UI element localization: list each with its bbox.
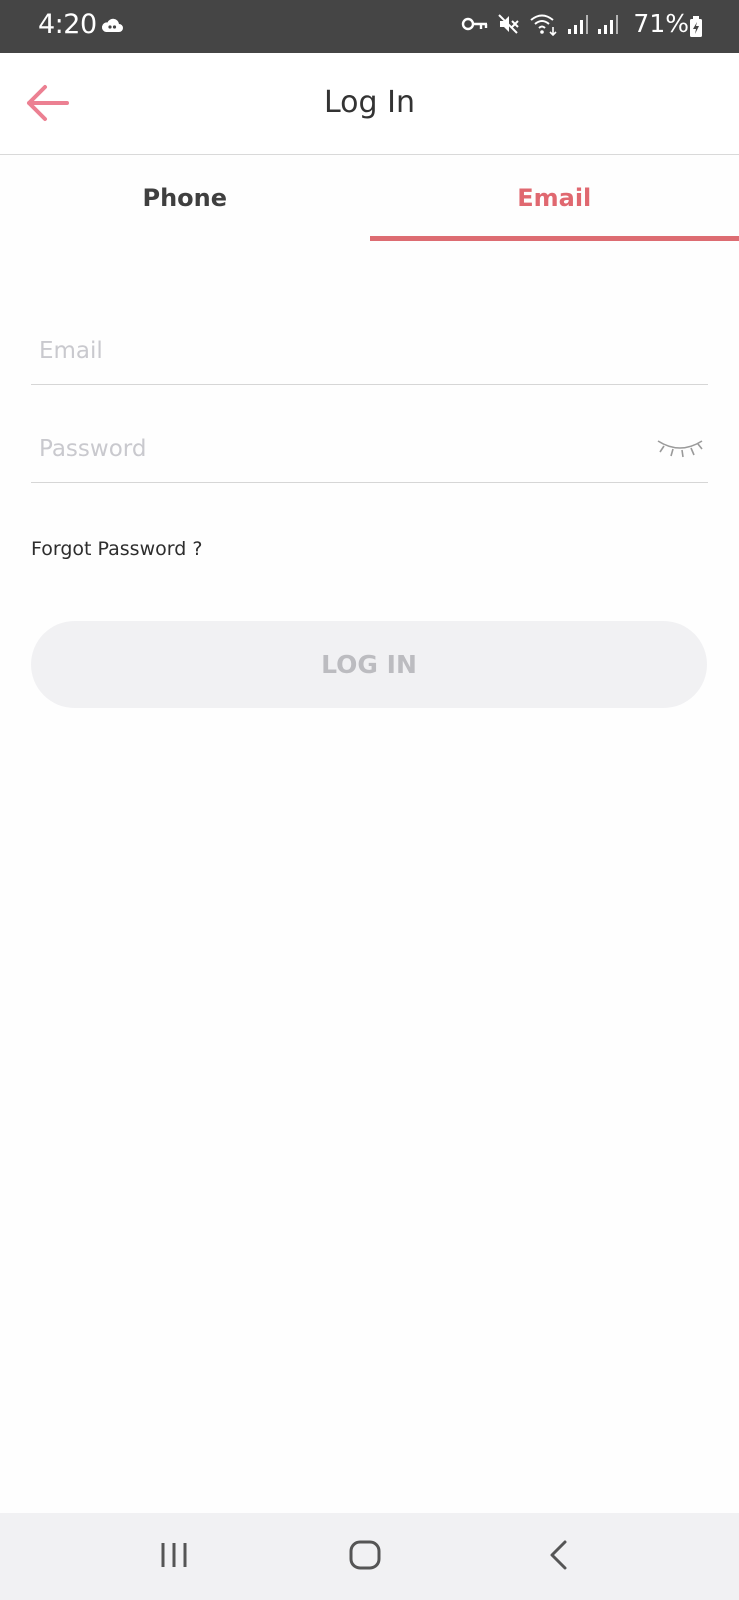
status-time: 4:20 bbox=[38, 9, 97, 40]
tab-email[interactable]: Email bbox=[369, 155, 739, 241]
tab-phone[interactable]: Phone bbox=[0, 155, 370, 241]
login-screen: 4:20 71% Log In Phone Email Email Forgot… bbox=[0, 0, 739, 1600]
signal-icon bbox=[597, 13, 619, 35]
system-back-button[interactable] bbox=[528, 1533, 588, 1581]
home-icon bbox=[349, 1539, 381, 1575]
recents-icon bbox=[159, 1541, 189, 1573]
cloud-icon bbox=[100, 15, 124, 39]
back-icon bbox=[547, 1539, 569, 1575]
status-icons: 71% bbox=[461, 9, 689, 38]
vpn-key-icon bbox=[461, 15, 489, 33]
login-method-tabs: Phone Email bbox=[0, 155, 739, 241]
tab-phone-label: Phone bbox=[142, 184, 228, 212]
page-title: Log In bbox=[324, 85, 415, 120]
forgot-password-link[interactable]: Forgot Password ? bbox=[31, 538, 202, 560]
email-field-container bbox=[31, 321, 708, 385]
password-field-container bbox=[31, 419, 708, 483]
password-visibility-toggle[interactable] bbox=[652, 431, 708, 467]
signal-icon bbox=[567, 13, 589, 35]
system-nav-bar bbox=[0, 1513, 739, 1600]
password-input[interactable] bbox=[39, 429, 639, 469]
battery-percent: 71% bbox=[633, 9, 689, 38]
status-bar: 4:20 71% bbox=[0, 0, 739, 53]
active-tab-indicator bbox=[369, 236, 739, 241]
recents-button[interactable] bbox=[144, 1533, 204, 1581]
app-bar: Log In bbox=[0, 53, 739, 155]
eye-closed-icon bbox=[655, 435, 705, 463]
battery-icon bbox=[689, 16, 703, 42]
mute-icon bbox=[497, 12, 521, 36]
tab-email-label: Email bbox=[517, 184, 592, 212]
email-input[interactable] bbox=[39, 331, 639, 371]
wifi-icon bbox=[529, 12, 559, 36]
home-button[interactable] bbox=[335, 1533, 395, 1581]
login-button[interactable]: LOG IN bbox=[31, 621, 707, 708]
